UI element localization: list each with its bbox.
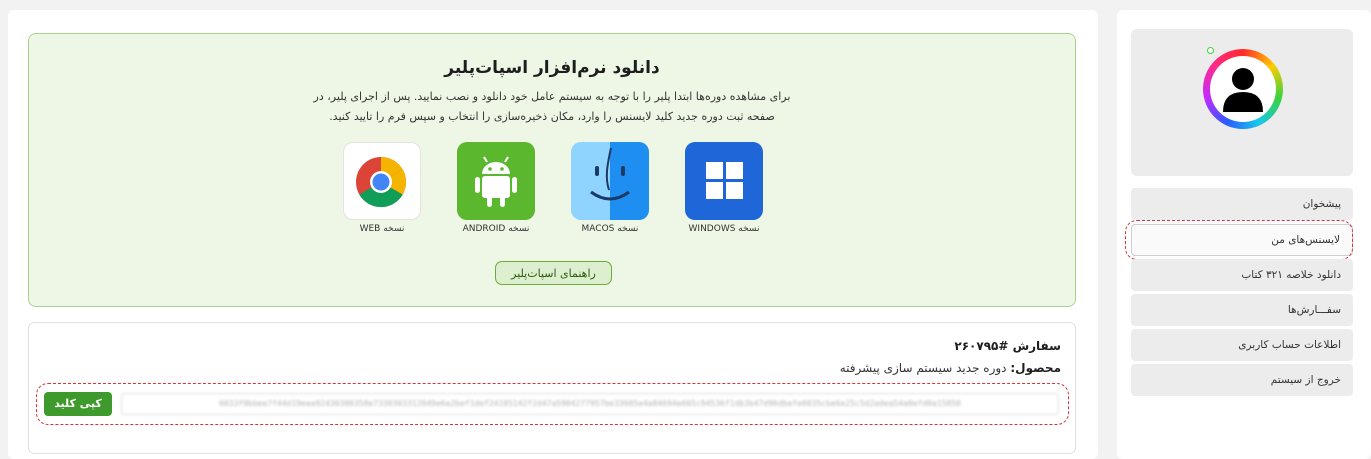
sidebar-item-dashboard[interactable]: پیشخوان (1131, 188, 1353, 220)
copy-key-button[interactable]: کپی کلید (44, 392, 112, 416)
download-instructions-line-2: صفحه ثبت دوره جدید کلید لایسنس را وارد، … (329, 110, 775, 123)
download-player-box: دانلود نرم‌افزار اسپات‌پلیر برای مشاهده … (28, 33, 1076, 307)
windows-label: نسخه WINDOWS (688, 224, 760, 234)
download-web-button[interactable] (343, 142, 421, 220)
user-avatar-card (1131, 29, 1353, 176)
android-label: نسخه ANDROID (462, 224, 530, 234)
macos-label: نسخه MACOS (581, 224, 639, 234)
sidebar-item-book-summaries[interactable]: دانلود خلاصه ۳۲۱ کتاب (1131, 259, 1353, 291)
web-label: نسخه WEB (359, 224, 405, 234)
sidebar-item-account-info[interactable]: اطلاعات حساب کاربری (1131, 329, 1353, 361)
license-key-field[interactable]: 6033f9bbee7f44d19eea92430300358e73303033… (121, 393, 1059, 415)
user-icon (1223, 68, 1263, 112)
download-android-button[interactable] (457, 142, 535, 220)
android-icon (475, 156, 517, 207)
download-macos-button[interactable] (571, 142, 649, 220)
product-name: دوره جدید سیستم سازی پیشرفته (839, 361, 1007, 375)
chrome-icon (356, 156, 407, 208)
avatar[interactable] (1203, 49, 1283, 129)
download-title: دانلود نرم‌افزار اسپات‌پلیر (444, 58, 660, 78)
spotplayer-guide-button[interactable]: راهنمای اسپات‌پلیر (495, 261, 612, 285)
download-windows-button[interactable] (685, 142, 763, 220)
product-label: محصول: (1010, 361, 1061, 375)
finder-icon (590, 147, 630, 201)
order-card: سفارش #۲۶۰۷۹۵ محصول: دوره جدید سیستم ساز… (28, 322, 1076, 454)
sidebar-item-orders[interactable]: سفـــارش‌ها (1131, 294, 1353, 326)
order-number: سفارش #۲۶۰۷۹۵ (954, 339, 1061, 353)
active-nav-highlight (1125, 220, 1353, 260)
avatar-status-dot (1207, 47, 1214, 54)
sidebar-item-logout[interactable]: خروج از سیستم (1131, 364, 1353, 396)
download-instructions-line-1: برای مشاهده دوره‌ها ابتدا پلیر را با توج… (313, 90, 791, 103)
windows-icon (706, 162, 743, 199)
order-product: محصول: دوره جدید سیستم سازی پیشرفته (840, 361, 1061, 375)
